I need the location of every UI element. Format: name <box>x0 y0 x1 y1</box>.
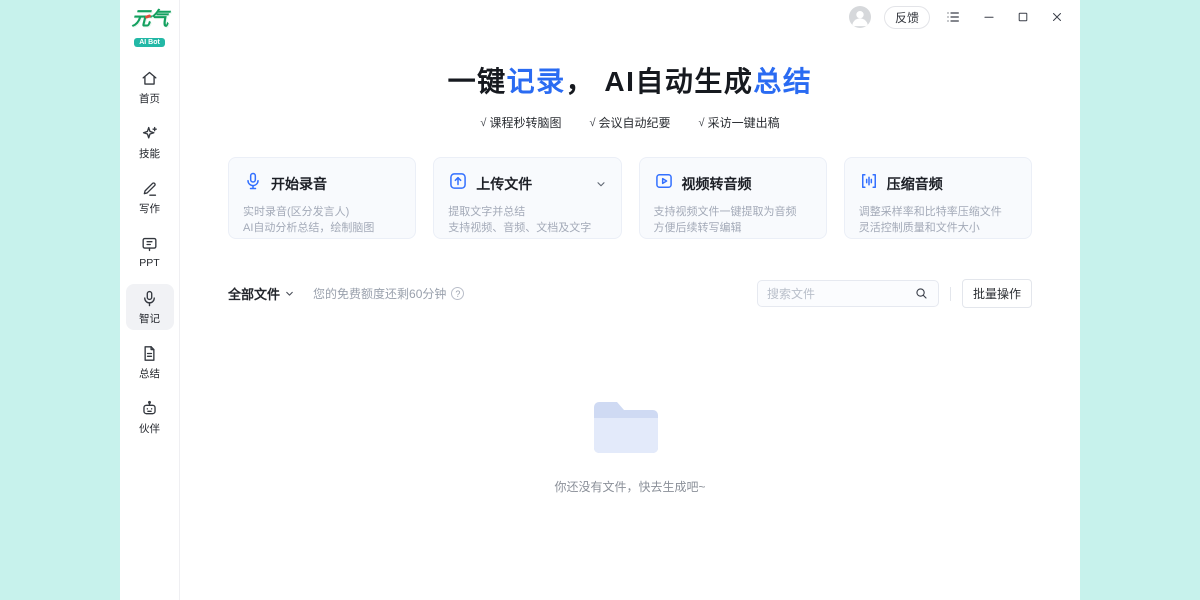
robot-icon <box>140 399 159 418</box>
search-input[interactable] <box>767 287 914 301</box>
quota-label: 您的免费额度还剩60分钟 <box>313 285 446 302</box>
sidebar-item-smart-notes[interactable]: 智记 <box>126 284 174 330</box>
card-title: 上传文件 <box>476 174 532 194</box>
close-icon[interactable] <box>1048 8 1066 26</box>
presentation-icon <box>140 235 159 254</box>
badge-text: 课程秒转脑图 <box>489 114 561 131</box>
card-title: 开始录音 <box>271 174 327 194</box>
sidebar-item-label: 写作 <box>139 201 160 216</box>
card-title: 压缩音频 <box>887 174 943 194</box>
sidebar-item-ppt[interactable]: PPT <box>126 229 174 275</box>
feedback-button[interactable]: 反馈 <box>884 6 930 29</box>
divider <box>950 287 951 301</box>
home-icon <box>140 69 159 88</box>
card-desc-line: 调整采样率和比特率压缩文件 <box>859 204 1017 220</box>
audio-compress-icon <box>859 171 879 196</box>
logo-badge: AI Bot <box>134 38 165 47</box>
video-to-audio-card[interactable]: 视频转音频 支持视频文件一键提取为音频 方便后续转写编辑 <box>639 157 827 239</box>
badge-text: 会议自动纪要 <box>599 114 671 131</box>
sidebar-item-label: 首页 <box>139 91 160 106</box>
sidebar-item-label: 总结 <box>139 366 160 381</box>
card-description: 调整采样率和比特率压缩文件 灵活控制质量和文件大小 <box>859 204 1017 236</box>
badge-text: 采访一键出稿 <box>708 114 780 131</box>
logo-wordmark: 元气 <box>131 10 167 29</box>
feature-badge: √课程秒转脑图 <box>480 114 561 131</box>
window-controls <box>980 8 1066 26</box>
upload-file-card[interactable]: 上传文件 提取文字并总结 支持视频、音频、文档及文字 <box>433 157 621 239</box>
video-play-icon <box>654 171 674 196</box>
app-logo: 元气 AI Bot <box>131 10 167 48</box>
batch-actions-button[interactable]: 批量操作 <box>962 279 1032 308</box>
sidebar-item-partner[interactable]: 伙伴 <box>126 394 174 440</box>
card-description: 实时录音(区分发言人) AI自动分析总结，绘制脑图 <box>243 204 401 236</box>
minimize-icon[interactable] <box>980 8 998 26</box>
card-description: 提取文字并总结 支持视频、音频、文档及文字 <box>448 204 606 236</box>
card-desc-line: 方便后续转写编辑 <box>654 220 812 236</box>
sidebar-item-writing[interactable]: 写作 <box>126 174 174 220</box>
feature-badges: √课程秒转脑图 √会议自动纪要 √采访一键出稿 <box>180 114 1080 131</box>
card-desc-line: AI自动分析总结，绘制脑图 <box>243 220 401 236</box>
titlebar: 反馈 <box>180 0 1080 34</box>
card-title: 视频转音频 <box>682 174 752 194</box>
quota-text: 您的免费额度还剩60分钟 ? <box>313 285 464 302</box>
card-description: 支持视频文件一键提取为音频 方便后续转写编辑 <box>654 204 812 236</box>
chevron-down-icon <box>284 288 295 299</box>
mic-icon <box>140 289 159 308</box>
chevron-down-icon[interactable] <box>595 178 607 190</box>
help-icon[interactable]: ? <box>451 287 464 300</box>
list-icon[interactable] <box>943 7 963 27</box>
start-recording-card[interactable]: 开始录音 实时录音(区分发言人) AI自动分析总结，绘制脑图 <box>228 157 416 239</box>
sidebar-item-skills[interactable]: 技能 <box>126 119 174 165</box>
search-icon[interactable] <box>914 286 929 301</box>
filter-bar: 全部文件 您的免费额度还剩60分钟 ? 批量操作 <box>228 279 1032 308</box>
all-files-dropdown[interactable]: 全部文件 <box>228 284 295 303</box>
card-desc-line: 支持视频文件一键提取为音频 <box>654 204 812 220</box>
empty-state: 你还没有文件，快去生成吧~ <box>180 308 1080 600</box>
sidebar-item-home[interactable]: 首页 <box>126 64 174 110</box>
sidebar-nav: 首页 技能 写作 PPT <box>126 64 174 440</box>
title-part: 一键 <box>448 66 507 97</box>
empty-message: 你还没有文件，快去生成吧~ <box>554 478 705 495</box>
page-title: 一键记录， AI自动生成总结 <box>180 60 1080 100</box>
card-desc-line: 提取文字并总结 <box>448 204 606 220</box>
card-desc-line: 支持视频、音频、文档及文字 <box>448 220 606 236</box>
mic-icon <box>243 171 263 196</box>
app-window: 元气 AI Bot 首页 技能 写作 <box>120 0 1080 600</box>
title-part-highlight: 总结 <box>753 66 812 97</box>
check-icon: √ <box>699 117 705 129</box>
all-files-label: 全部文件 <box>228 284 280 303</box>
search-box <box>757 280 939 307</box>
upload-icon <box>448 171 468 196</box>
card-desc-line: 灵活控制质量和文件大小 <box>859 220 1017 236</box>
title-part-highlight: 记录 <box>507 66 566 97</box>
pencil-icon <box>140 179 159 198</box>
check-icon: √ <box>480 117 486 129</box>
feature-badge: √ 会议自动纪要 <box>589 114 670 131</box>
summary-doc-icon <box>140 344 159 363</box>
sidebar-item-label: 伙伴 <box>139 421 160 436</box>
compress-audio-card[interactable]: 压缩音频 调整采样率和比特率压缩文件 灵活控制质量和文件大小 <box>844 157 1032 239</box>
card-desc-line: 实时录音(区分发言人) <box>243 204 401 220</box>
sidebar-item-label: PPT <box>139 257 159 269</box>
action-cards: 开始录音 实时录音(区分发言人) AI自动分析总结，绘制脑图 上传文件 <box>228 157 1032 239</box>
title-part: ， AI自动生成 <box>566 66 754 97</box>
avatar[interactable] <box>849 6 871 28</box>
sidebar-item-summary[interactable]: 总结 <box>126 339 174 385</box>
sidebar-item-label: 技能 <box>139 146 160 161</box>
empty-folder-icon <box>586 394 674 460</box>
check-icon: √ <box>589 117 595 129</box>
sidebar: 元气 AI Bot 首页 技能 写作 <box>120 0 180 600</box>
maximize-icon[interactable] <box>1014 8 1032 26</box>
sparkles-icon <box>140 124 159 143</box>
main-area: 反馈 一键记录， AI自动生成总结 √课程秒转脑图 √会议自动纪要 √采访 <box>180 0 1080 600</box>
feature-badge: √采访一键出稿 <box>699 114 780 131</box>
sidebar-item-label: 智记 <box>139 311 160 326</box>
